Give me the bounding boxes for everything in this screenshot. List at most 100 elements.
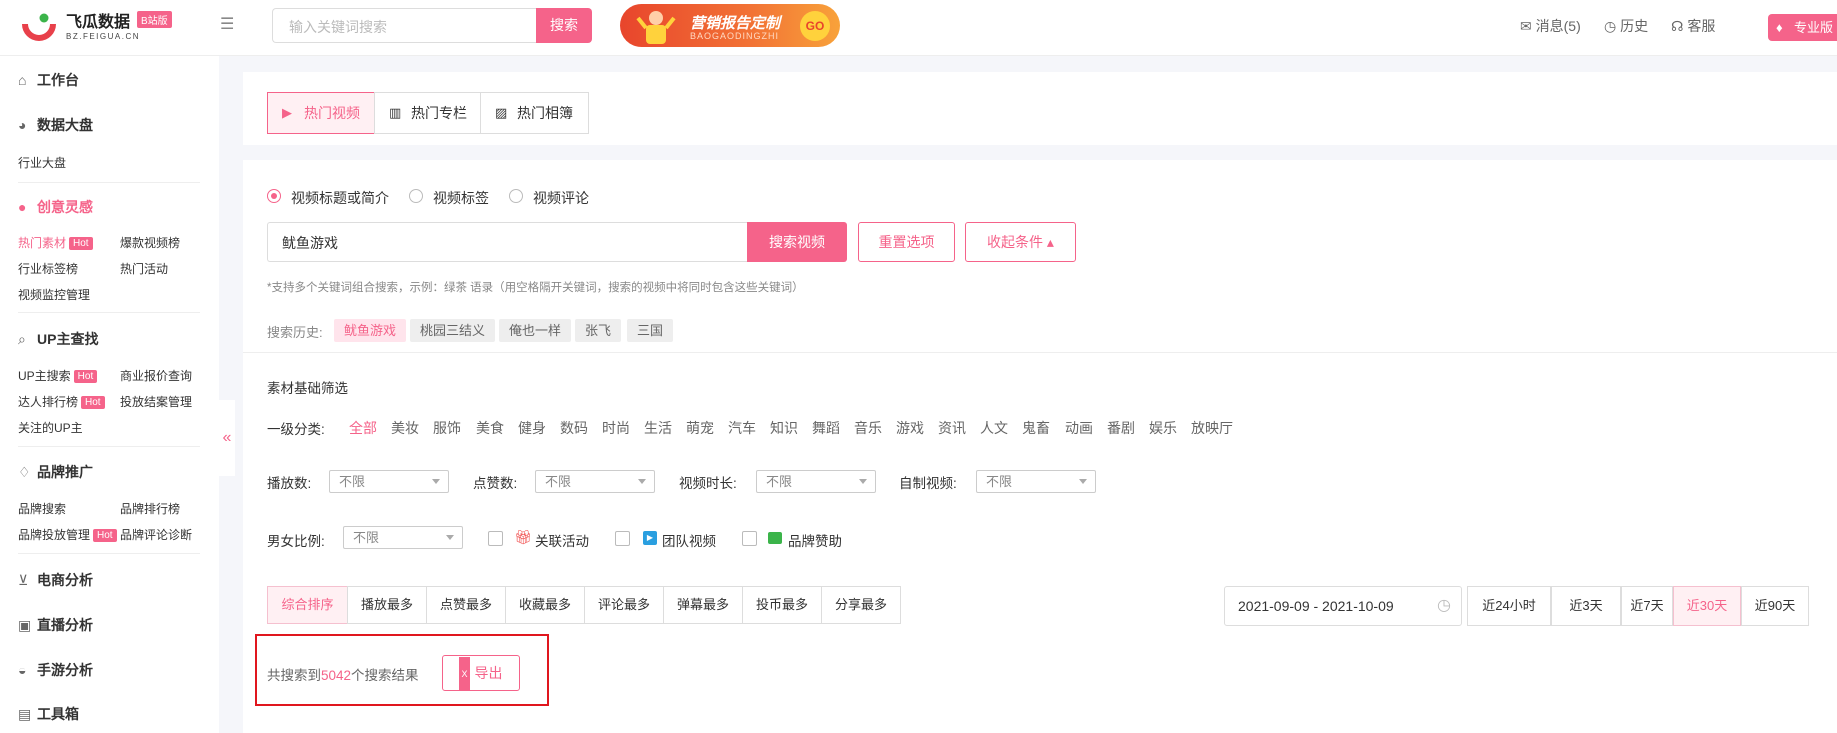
sidebar-data-screen[interactable]: ◕ 数据大盘 (18, 115, 93, 135)
sort-option[interactable]: 投币最多 (742, 586, 822, 624)
category-item[interactable]: 健身 (518, 418, 546, 438)
sidebar-item-viral-video[interactable]: 爆款视频榜 (120, 234, 180, 251)
scope-radio-comments[interactable] (509, 189, 523, 203)
sidebar-collapse-button[interactable]: « (219, 400, 235, 476)
search-video-button[interactable]: 搜索视频 (747, 222, 847, 262)
category-item[interactable]: 知识 (770, 418, 798, 438)
collapse-conditions-button[interactable]: 收起条件 ▴ (965, 222, 1076, 262)
gender-ratio-select[interactable]: 不限 (343, 526, 463, 549)
reset-button[interactable]: 重置选项 (858, 222, 955, 262)
sort-option[interactable]: 播放最多 (347, 586, 427, 624)
category-item[interactable]: 游戏 (896, 418, 924, 438)
sidebar-brand[interactable]: ♢ 品牌推广 (18, 462, 93, 482)
banner-go-button[interactable]: GO (800, 11, 830, 41)
sidebar-mobile-game[interactable]: ◒ 手游分析 (18, 660, 93, 680)
duration-select[interactable]: 不限 (756, 470, 876, 493)
category-item[interactable]: 数码 (560, 418, 588, 438)
category-item[interactable]: 鬼畜 (1022, 418, 1050, 438)
category-item[interactable]: 服饰 (433, 418, 461, 438)
category-item[interactable]: 娱乐 (1149, 418, 1177, 438)
category-item[interactable]: 全部 (349, 418, 377, 438)
category-item[interactable]: 动画 (1065, 418, 1093, 438)
related-activity-checkbox[interactable] (488, 531, 503, 546)
sidebar-item-campaign[interactable]: 投放结案管理 (120, 393, 192, 410)
sidebar-item-up-search[interactable]: UP主搜索 Hot (18, 367, 98, 384)
global-search-input[interactable]: 输入关键词搜索 (272, 8, 536, 43)
brand-sponsor-checkbox[interactable] (742, 531, 757, 546)
category-item[interactable]: 人文 (980, 418, 1008, 438)
keyword-input[interactable]: 鱿鱼游戏 (267, 222, 747, 262)
feigua-logo-icon[interactable] (22, 12, 56, 42)
sidebar-item-industry[interactable]: 行业大盘 (18, 154, 66, 171)
sidebar-live[interactable]: ▣ 直播分析 (18, 615, 93, 635)
history-chip[interactable]: 俺也一样 (499, 319, 572, 342)
sidebar-item-followed-up[interactable]: 关注的UP主 (18, 419, 83, 436)
brand-name: 飞瓜数据 (66, 14, 131, 31)
global-search-button[interactable]: 搜索 (536, 8, 592, 43)
quick-range-option[interactable]: 近7天 (1621, 586, 1673, 626)
brand-delivery-label: 品牌投放管理 (18, 528, 91, 542)
category-item[interactable]: 美妆 (391, 418, 419, 438)
date-range-picker[interactable]: 2021-09-09 - 2021-10-09 ◷ (1224, 586, 1462, 626)
sidebar-ecommerce[interactable]: ⊻ 电商分析 (18, 570, 93, 590)
sidebar-item-brand-delivery[interactable]: 品牌投放管理 Hot (18, 526, 117, 543)
report-banner[interactable]: 营销报告定制 BAOGAODINGZHI GO (620, 4, 840, 47)
sort-option[interactable]: 弹幕最多 (663, 586, 743, 624)
category-label: 一级分类: (267, 422, 325, 437)
history-chip[interactable]: 桃园三结义 (410, 319, 496, 342)
history-link[interactable]: ◷ 历史 (1604, 16, 1648, 36)
search-icon: ⌕ (18, 331, 26, 347)
play-count-select[interactable]: 不限 (329, 470, 449, 493)
sidebar-creative[interactable]: ● 创意灵感 (18, 197, 93, 217)
category-item[interactable]: 舞蹈 (812, 418, 840, 438)
category-item[interactable]: 萌宠 (686, 418, 714, 438)
quick-range-option[interactable]: 近30天 (1673, 586, 1741, 626)
sidebar-divider (18, 553, 200, 554)
quick-range-option[interactable]: 近3天 (1551, 586, 1621, 626)
category-item[interactable]: 番剧 (1107, 418, 1135, 438)
history-chip[interactable]: 三国 (627, 319, 674, 342)
sidebar-item-brand-search[interactable]: 品牌搜索 (18, 500, 66, 517)
category-item[interactable]: 生活 (644, 418, 672, 438)
sidebar-tools[interactable]: ▤ 工具箱 (18, 704, 79, 724)
category-item[interactable]: 美食 (476, 418, 504, 438)
category-item[interactable]: 音乐 (854, 418, 882, 438)
menu-toggle-icon[interactable]: ☰ (220, 14, 234, 34)
sidebar-item-brand-comment[interactable]: 品牌评论诊断 (120, 526, 192, 543)
self-made-select[interactable]: 不限 (976, 470, 1096, 493)
tab-hot-video[interactable]: ▶ 热门视频 (267, 92, 375, 134)
sidebar-up-search[interactable]: ⌕ UP主查找 (18, 329, 98, 349)
sidebar-item-hot-material[interactable]: 热门素材 Hot (18, 234, 93, 251)
sort-option[interactable]: 综合排序 (267, 586, 348, 624)
category-item[interactable]: 放映厅 (1191, 418, 1233, 438)
sidebar-item-hot-activity[interactable]: 热门活动 (120, 260, 168, 277)
sidebar-item-quote[interactable]: 商业报价查询 (120, 367, 192, 384)
hot-badge: Hot (69, 237, 93, 250)
scope-radio-title[interactable] (267, 189, 281, 203)
like-count-select[interactable]: 不限 (535, 470, 655, 493)
history-chip[interactable]: 张飞 (575, 319, 622, 342)
sidebar-item-ranking[interactable]: 达人排行榜 Hot (18, 393, 105, 410)
tab-hot-album[interactable]: ▨ 热门相簿 (480, 92, 589, 134)
sort-option[interactable]: 分享最多 (821, 586, 901, 624)
sidebar-workbench[interactable]: ⌂ 工作台 (18, 70, 79, 90)
category-item[interactable]: 汽车 (728, 418, 756, 438)
sidebar-item-industry-tags[interactable]: 行业标签榜 (18, 260, 78, 277)
quick-range-option[interactable]: 近24小时 (1467, 586, 1551, 626)
sidebar-item-video-monitor[interactable]: 视频监控管理 (18, 286, 90, 303)
messages-link[interactable]: ✉ 消息(5) (1520, 16, 1581, 36)
pro-version-button[interactable]: ♦ 专业版 (1768, 14, 1837, 41)
team-video-checkbox[interactable] (615, 531, 630, 546)
brand-sponsor-label: 品牌赞助 (788, 534, 842, 549)
quick-range-option[interactable]: 近90天 (1741, 586, 1809, 626)
sort-option[interactable]: 收藏最多 (505, 586, 585, 624)
service-link[interactable]: ☊ 客服 (1671, 16, 1715, 36)
sort-option[interactable]: 评论最多 (584, 586, 664, 624)
sidebar-item-brand-ranking[interactable]: 品牌排行榜 (120, 500, 180, 517)
category-item[interactable]: 时尚 (602, 418, 630, 438)
category-item[interactable]: 资讯 (938, 418, 966, 438)
history-chip[interactable]: 鱿鱼游戏 (334, 319, 407, 342)
sort-option[interactable]: 点赞最多 (426, 586, 506, 624)
scope-radio-tags[interactable] (409, 189, 423, 203)
tab-hot-column[interactable]: ▥ 热门专栏 (374, 92, 481, 134)
